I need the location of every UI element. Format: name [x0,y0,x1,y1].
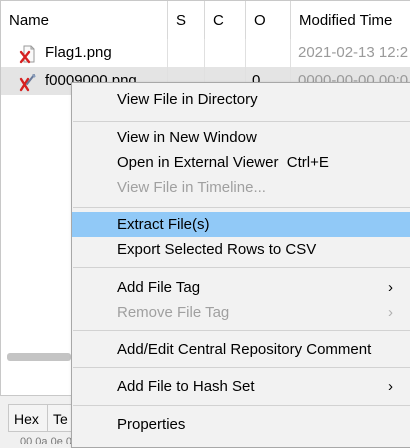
context-menu: View File in Directory View in New Windo… [71,82,410,448]
menu-item-label: Export Selected Rows to CSV [117,241,317,258]
menu-item-remove-file-tag: Remove File Tag › [72,300,410,325]
table-header: Name S C O Modified Time [1,1,410,40]
submenu-arrow-icon: › [388,304,393,321]
column-header-c[interactable]: C [205,1,246,39]
menu-item-add-file-tag[interactable]: Add File Tag › [72,275,410,300]
menu-item-view-in-new-window[interactable]: View in New Window [72,125,410,150]
menu-item-add-file-to-hash-set[interactable]: Add File to Hash Set › [72,374,410,399]
column-header-s[interactable]: S [168,1,205,39]
column-header-o[interactable]: O [246,1,291,39]
menu-item-label: View File in Directory [117,91,258,108]
menu-item-label: Remove File Tag [117,304,230,321]
menu-item-label: Add File to Hash Set [117,378,255,395]
menu-item-label: Add/Edit Central Repository Comment [117,341,372,358]
menu-item-view-file-in-directory[interactable]: View File in Directory [72,87,410,112]
name-cell: Flag1.png [1,39,168,67]
menu-item-extract-files[interactable]: Extract File(s) [72,212,410,237]
column-header-modified-time[interactable]: Modified Time [291,1,410,39]
table-row[interactable]: Flag1.png 2021-02-13 12:2 [1,39,410,67]
menu-separator [73,121,410,122]
submenu-arrow-icon: › [388,279,393,296]
s-cell [168,39,205,67]
file-name: Flag1.png [45,44,112,61]
carved-file-icon [19,74,36,92]
tab-text[interactable]: Te [47,404,73,432]
menu-item-label: View File in Timeline... [117,179,266,196]
column-header-name[interactable]: Name [1,1,168,39]
o-cell [246,39,291,67]
menu-separator [73,405,410,406]
c-cell [205,39,246,67]
menu-separator [73,367,410,368]
tab-hex[interactable]: Hex [8,404,48,432]
menu-item-label: View in New Window [117,129,257,146]
menu-item-view-file-in-timeline: View File in Timeline... [72,175,410,200]
menu-item-open-in-external-viewer[interactable]: Open in External Viewer Ctrl+E [72,150,410,175]
menu-item-label: Add File Tag [117,279,201,296]
menu-separator [73,207,410,208]
menu-item-label: Properties [117,416,186,433]
menu-item-add-edit-central-repository-comment[interactable]: Add/Edit Central Repository Comment [72,337,410,362]
submenu-arrow-icon: › [388,378,393,395]
menu-separator [73,267,410,268]
menu-item-label: Extract File(s) [117,216,210,233]
menu-item-properties[interactable]: Properties [72,412,410,437]
menu-item-label: Open in External Viewer Ctrl+E [117,154,329,171]
deleted-file-icon [19,45,35,64]
modified-time-cell: 2021-02-13 12:2 [298,44,409,61]
menu-item-export-selected-rows-to-csv[interactable]: Export Selected Rows to CSV [72,237,410,262]
horizontal-scrollbar[interactable] [7,353,71,361]
menu-separator [73,330,410,331]
